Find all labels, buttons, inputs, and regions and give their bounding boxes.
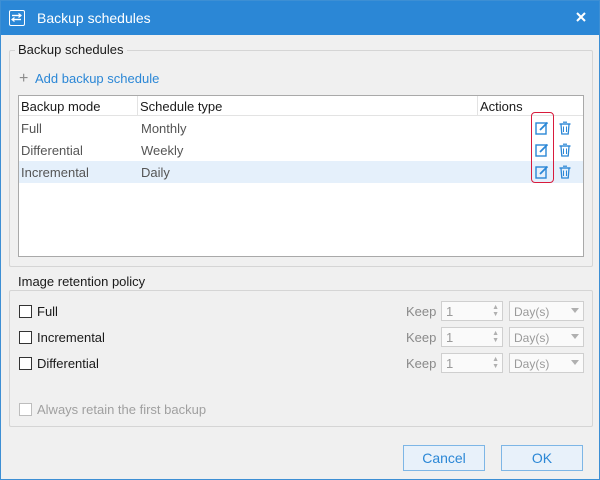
retention-differential-label: Differential: [37, 356, 99, 371]
retention-full-count-value: 1: [446, 304, 454, 319]
column-header-actions: Actions: [480, 99, 523, 114]
add-backup-schedule-link[interactable]: + Add backup schedule: [19, 70, 160, 87]
retention-differential-unit-value: Day(s): [514, 357, 550, 371]
backup-mode-cell: Incremental: [21, 165, 89, 180]
retention-differential-unit-select[interactable]: Day(s): [509, 353, 584, 373]
retention-differential-count-value: 1: [446, 356, 454, 371]
retention-incremental-checkbox[interactable]: [19, 331, 32, 344]
table-row-selected[interactable]: Incremental Daily: [19, 161, 583, 183]
image-retention-policy-title: Image retention policy: [15, 274, 149, 289]
retention-full-unit-value: Day(s): [514, 305, 550, 319]
schedule-type-cell: Monthly: [141, 121, 187, 136]
stepper-arrows-icon[interactable]: ▲ ▼: [492, 356, 499, 370]
retention-incremental-unit-value: Day(s): [514, 331, 550, 345]
column-header-backup-mode[interactable]: Backup mode: [21, 99, 101, 114]
retention-differential-count-stepper[interactable]: 1 ▲ ▼: [441, 353, 503, 373]
dialog-title: Backup schedules: [37, 10, 151, 26]
stepper-arrows-icon[interactable]: ▲ ▼: [492, 330, 499, 344]
table-row[interactable]: Full Monthly: [19, 117, 583, 139]
close-icon[interactable]: [573, 9, 589, 25]
retention-differential-checkbox[interactable]: [19, 357, 32, 370]
stepper-arrows-icon[interactable]: ▲ ▼: [492, 304, 499, 318]
backup-mode-cell: Differential: [21, 143, 83, 158]
schedule-type-cell: Weekly: [141, 143, 184, 158]
title-bar: Backup schedules: [1, 1, 599, 35]
retention-full-count-stepper[interactable]: 1 ▲ ▼: [441, 301, 503, 321]
backup-mode-cell: Full: [21, 121, 42, 136]
retention-incremental-count-stepper[interactable]: 1 ▲ ▼: [441, 327, 503, 347]
add-backup-schedule-label: Add backup schedule: [35, 71, 160, 86]
backup-schedule-icon: [9, 10, 25, 26]
chevron-down-icon: [571, 308, 579, 313]
table-row[interactable]: Differential Weekly: [19, 139, 583, 161]
keep-label: Keep: [406, 304, 437, 319]
keep-label: Keep: [406, 330, 437, 345]
retention-full-label: Full: [37, 304, 58, 319]
always-retain-first-checkbox[interactable]: [19, 403, 32, 416]
backup-schedules-dialog: Backup schedules Backup schedules + Add b…: [0, 0, 600, 480]
retention-incremental-label: Incremental: [37, 330, 105, 345]
keep-label: Keep: [406, 356, 437, 371]
schedules-table: Backup mode Schedule type Actions Full M…: [18, 95, 584, 257]
delete-icon[interactable]: [558, 143, 572, 157]
retention-full-checkbox[interactable]: [19, 305, 32, 318]
column-header-schedule-type[interactable]: Schedule type: [140, 99, 222, 114]
cancel-button[interactable]: Cancel: [403, 445, 485, 471]
delete-icon[interactable]: [558, 121, 572, 135]
chevron-down-icon: [571, 334, 579, 339]
retention-incremental-count-value: 1: [446, 330, 454, 345]
ok-button[interactable]: OK: [501, 445, 583, 471]
chevron-down-icon: [571, 360, 579, 365]
delete-icon[interactable]: [558, 165, 572, 179]
backup-schedules-group-title: Backup schedules: [15, 42, 127, 57]
plus-icon: +: [19, 70, 29, 87]
table-header: Backup mode Schedule type Actions: [19, 96, 583, 116]
retention-full-unit-select[interactable]: Day(s): [509, 301, 584, 321]
actions-highlight-box: [531, 112, 554, 183]
retention-incremental-unit-select[interactable]: Day(s): [509, 327, 584, 347]
always-retain-first-label: Always retain the first backup: [37, 402, 207, 417]
schedule-type-cell: Daily: [141, 165, 170, 180]
